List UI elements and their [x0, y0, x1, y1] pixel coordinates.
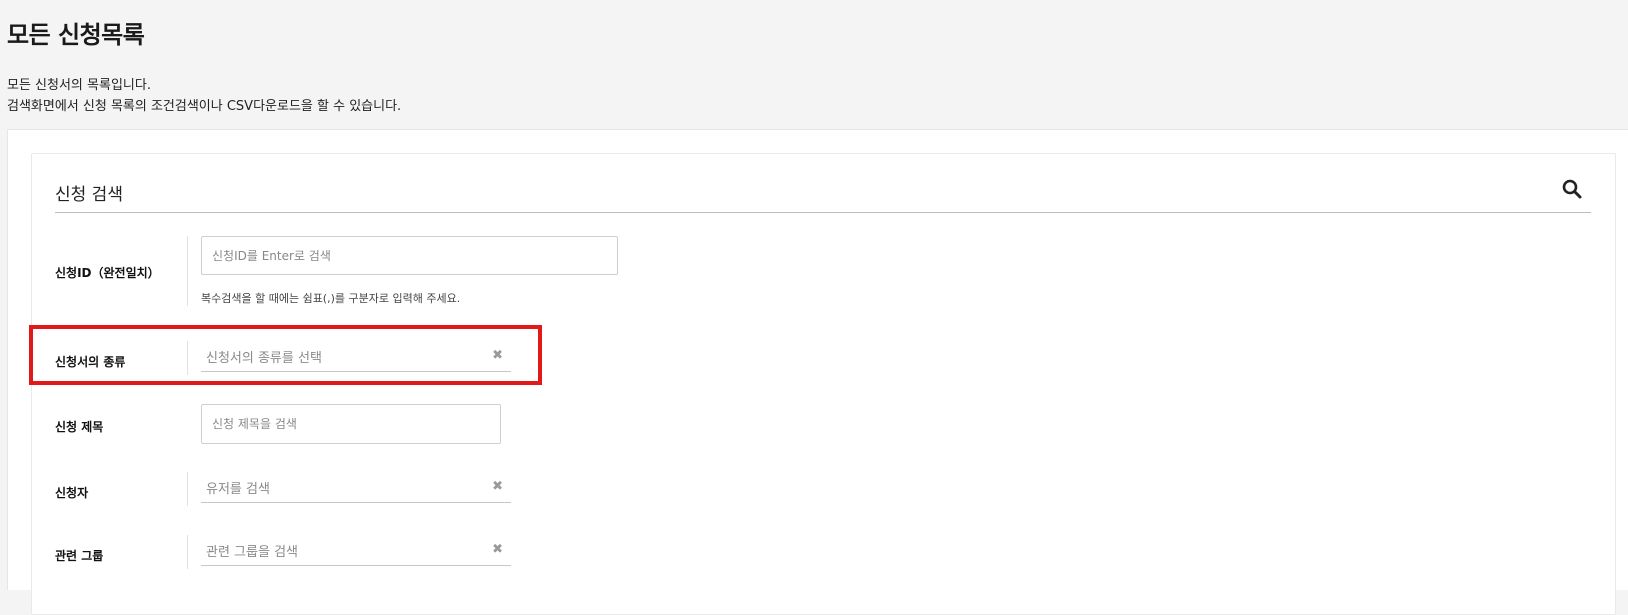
related-group-select[interactable]: 관련 그룹을 검색 ✖: [201, 535, 511, 566]
field-row-related-group: 관련 그룹 관련 그룹을 검색 ✖: [55, 533, 1591, 573]
request-title-input[interactable]: [201, 404, 501, 444]
search-icon[interactable]: [1561, 178, 1583, 200]
request-type-label: 신청서의 종류: [55, 355, 126, 369]
search-card: 신청 검색 신청ID（완전일치） 복수검색을 할 때에는 쉼표(,)를 구분자로…: [31, 153, 1616, 615]
description-line-1: 모든 신청서의 목록입니다.: [7, 78, 151, 93]
row-divider: [187, 236, 188, 306]
search-card-header: 신청 검색: [55, 172, 1591, 213]
applicant-select[interactable]: 유저를 검색 ✖: [201, 472, 511, 503]
request-id-help-text: 복수검색을 할 때에는 쉼표(,)를 구분자로 입력해 주세요.: [201, 292, 461, 305]
field-row-request-id: 신청ID（완전일치） 복수검색을 할 때에는 쉼표(,)를 구분자로 입력해 주…: [55, 236, 1591, 316]
page-title: 모든 신청목록: [7, 21, 145, 49]
close-icon[interactable]: ✖: [492, 348, 503, 364]
page-description: 모든 신청서의 목록입니다. 검색화면에서 신청 목록의 조건검색이나 CSV다…: [7, 75, 401, 117]
row-divider: [187, 535, 188, 569]
search-card-title: 신청 검색: [55, 185, 123, 205]
request-id-input[interactable]: [201, 236, 618, 275]
field-row-applicant: 신청자 유저를 검색 ✖: [55, 470, 1591, 510]
row-divider: [187, 472, 188, 506]
row-divider: [187, 341, 188, 375]
field-row-request-type: 신청서의 종류 신청서의 종류를 선택 ✖: [55, 339, 1591, 379]
request-type-select[interactable]: 신청서의 종류를 선택 ✖: [201, 341, 511, 372]
request-type-placeholder: 신청서의 종류를 선택: [206, 351, 322, 366]
request-id-label: 신청ID（완전일치）: [55, 266, 160, 280]
related-group-label: 관련 그룹: [55, 549, 104, 563]
description-line-2: 검색화면에서 신청 목록의 조건검색이나 CSV다운로드을 할 수 있습니다.: [7, 99, 402, 114]
close-icon[interactable]: ✖: [492, 542, 503, 558]
related-group-placeholder: 관련 그룹을 검색: [206, 545, 298, 560]
applicant-label: 신청자: [55, 486, 89, 500]
close-icon[interactable]: ✖: [492, 479, 503, 495]
content-panel: 신청 검색 신청ID（완전일치） 복수검색을 할 때에는 쉼표(,)를 구분자로…: [7, 129, 1628, 615]
field-row-request-title: 신청 제목: [55, 404, 1591, 449]
request-title-label: 신청 제목: [55, 420, 104, 434]
applicant-placeholder: 유저를 검색: [206, 482, 270, 497]
